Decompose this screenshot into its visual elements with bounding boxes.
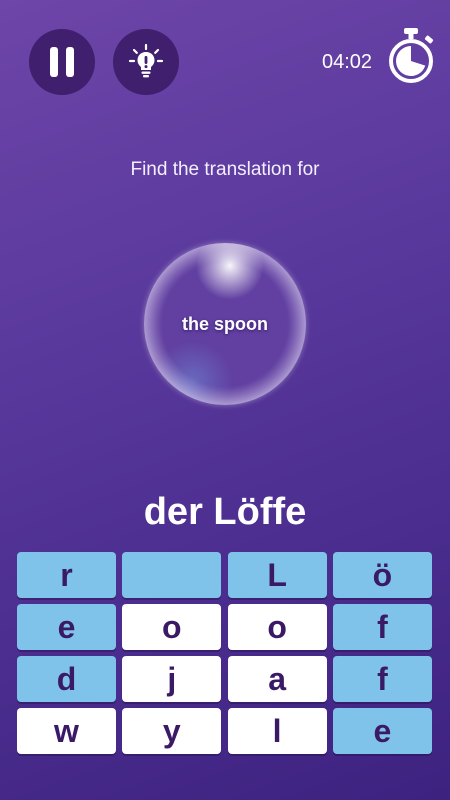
pause-icon — [50, 47, 74, 77]
letter-tile[interactable]: d — [17, 656, 116, 702]
letter-tile[interactable]: w — [17, 708, 116, 754]
letter-grid: rLöeoofdjafwyle — [17, 552, 433, 754]
word-bubble: the spoon — [144, 243, 306, 405]
letter-tile[interactable]: j — [122, 656, 222, 702]
letter-tile[interactable]: y — [122, 708, 222, 754]
letter-tile[interactable]: a — [227, 656, 327, 702]
letter-tile[interactable]: L — [227, 552, 327, 598]
letter-tile[interactable]: l — [227, 708, 327, 754]
letter-tile[interactable] — [122, 552, 222, 598]
source-word: the spoon — [182, 313, 268, 334]
letter-tile[interactable]: o — [122, 604, 222, 650]
letter-tile[interactable]: r — [17, 552, 116, 598]
letter-tile[interactable]: f — [332, 656, 432, 702]
letter-tile[interactable]: e — [17, 604, 116, 650]
letter-tile[interactable]: o — [227, 604, 327, 650]
pause-button[interactable] — [29, 29, 95, 95]
prompt-text: Find the translation for — [130, 159, 320, 180]
hint-button[interactable] — [113, 29, 179, 95]
stopwatch-icon — [389, 28, 434, 83]
letter-tile[interactable]: ö — [332, 552, 432, 598]
timer-display: 04:02 — [322, 51, 373, 73]
letter-tile[interactable]: e — [332, 708, 432, 754]
answer-text: der Löffe — [143, 491, 307, 533]
letter-tile[interactable]: f — [332, 604, 432, 650]
lightbulb-icon — [128, 43, 164, 78]
